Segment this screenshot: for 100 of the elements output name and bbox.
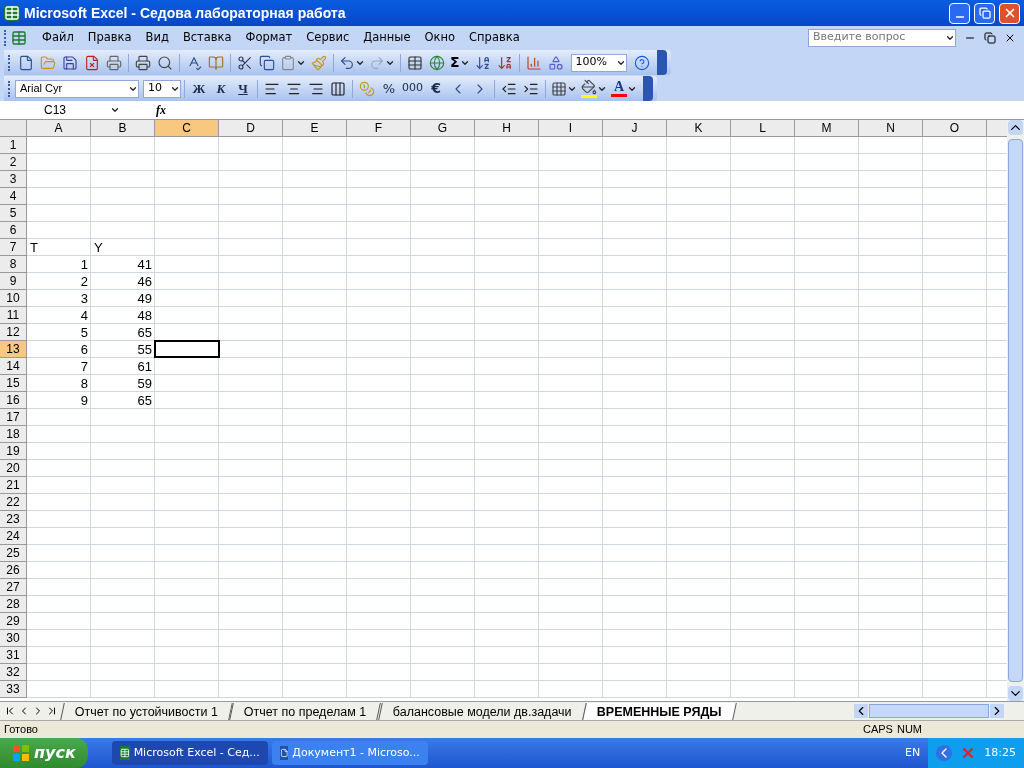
row-header[interactable]: 21 xyxy=(0,477,27,494)
cell-text: 41 xyxy=(137,255,152,274)
menu-item[interactable]: Файл xyxy=(35,28,81,47)
row-header[interactable]: 31 xyxy=(0,647,27,664)
row-header[interactable]: 22 xyxy=(0,494,27,511)
menu-item[interactable]: Сервис xyxy=(299,28,357,47)
menu-item[interactable]: Данные xyxy=(356,28,418,47)
row-header[interactable]: 15 xyxy=(0,375,27,392)
row-header[interactable]: 32 xyxy=(0,664,27,681)
font-size-field[interactable]: 10 xyxy=(143,79,181,98)
font-color-button[interactable]: A xyxy=(609,77,639,100)
row-header[interactable]: 26 xyxy=(0,562,27,579)
column-header[interactable]: F xyxy=(347,120,411,137)
first-sheet-icon[interactable] xyxy=(4,705,16,717)
sheet-tab[interactable]: Отчет по пределам 1 xyxy=(229,702,382,720)
column-header[interactable]: M xyxy=(795,120,859,137)
column-header[interactable]: H xyxy=(475,120,539,137)
column-header[interactable]: L xyxy=(731,120,795,137)
start-button[interactable]: пуск xyxy=(0,738,88,768)
row-header[interactable]: 25 xyxy=(0,545,27,562)
language-indicator[interactable]: EN xyxy=(905,744,921,762)
help-search-field[interactable]: Введите вопрос xyxy=(808,28,956,47)
row-header[interactable]: 7 xyxy=(0,239,27,256)
horizontal-scrollbar[interactable] xyxy=(854,703,1004,719)
name-box[interactable]: C13 xyxy=(0,101,120,119)
column-header[interactable]: O xyxy=(923,120,987,137)
taskbar-button[interactable]: Документ1 - Microso... xyxy=(271,741,428,765)
scroll-up-icon[interactable] xyxy=(1008,120,1023,135)
close-button[interactable] xyxy=(999,2,1020,24)
row-header[interactable]: 11 xyxy=(0,307,27,324)
menu-item[interactable]: Вид xyxy=(138,28,176,47)
thousands-button[interactable]: 000 xyxy=(400,77,425,100)
menu-item[interactable]: Справка xyxy=(462,28,527,47)
row-header[interactable]: 1 xyxy=(0,137,27,154)
row-header[interactable]: 20 xyxy=(0,460,27,477)
menu-item[interactable]: Вставка xyxy=(175,28,239,47)
column-header[interactable]: J xyxy=(603,120,667,137)
row-header[interactable]: 19 xyxy=(0,443,27,460)
row-header[interactable]: 14 xyxy=(0,358,27,375)
cell-grid[interactable]: T Y 1 41 2 46 3 49 4 48 5 65 6 55 7 61 8 59 9 65 xyxy=(27,137,1007,698)
column-header[interactable]: D xyxy=(219,120,283,137)
last-sheet-icon[interactable] xyxy=(46,705,58,717)
scroll-down-icon[interactable] xyxy=(1008,686,1023,701)
row-header[interactable]: 33 xyxy=(0,681,27,698)
menu-item[interactable]: Формат xyxy=(238,28,300,47)
row-header[interactable]: 6 xyxy=(0,222,27,239)
row-header[interactable]: 4 xyxy=(0,188,27,205)
column-header[interactable]: A xyxy=(27,120,91,137)
column-header[interactable]: B xyxy=(91,120,155,137)
autosum-button[interactable]: Σ xyxy=(448,51,472,74)
euro-button[interactable]: € xyxy=(425,77,447,100)
toolbar-options-button[interactable] xyxy=(656,50,667,75)
row-header[interactable]: 10 xyxy=(0,290,27,307)
menu-item[interactable]: Правка xyxy=(80,28,139,47)
zoom-field[interactable]: 100% xyxy=(570,53,627,72)
function-icon[interactable]: fx xyxy=(120,101,170,119)
chevron-left-icon[interactable] xyxy=(936,745,953,761)
row-header[interactable]: 12 xyxy=(0,324,27,341)
sheet-tab[interactable]: Отчет по устойчивости 1 xyxy=(60,702,233,720)
toolbar-options-button[interactable] xyxy=(643,76,653,101)
row-header[interactable]: 2 xyxy=(0,154,27,171)
sheet-tab[interactable]: балансовые модели дв.задачи xyxy=(377,702,587,720)
row-header[interactable]: 23 xyxy=(0,511,27,528)
menu-item[interactable]: Окно xyxy=(417,28,463,47)
font-field[interactable]: Arial Cyr xyxy=(15,79,139,98)
scroll-left-icon[interactable] xyxy=(854,704,868,718)
row-header[interactable]: 13 xyxy=(0,341,27,358)
row-header[interactable]: 28 xyxy=(0,596,27,613)
row-header[interactable]: 16 xyxy=(0,392,27,409)
minimize-button[interactable] xyxy=(949,2,970,24)
vertical-scrollbar[interactable] xyxy=(1007,120,1024,701)
caret-icon[interactable] xyxy=(110,105,120,115)
row-header[interactable]: 30 xyxy=(0,630,27,647)
row-header[interactable]: 9 xyxy=(0,273,27,290)
italic-button[interactable]: К xyxy=(210,77,232,100)
column-header[interactable]: N xyxy=(859,120,923,137)
row-header[interactable]: 24 xyxy=(0,528,27,545)
row-header[interactable]: 5 xyxy=(0,205,27,222)
row-header[interactable]: 8 xyxy=(0,256,27,273)
column-header[interactable]: E xyxy=(283,120,347,137)
restore-button[interactable] xyxy=(974,2,995,24)
scroll-right-icon[interactable] xyxy=(990,704,1004,718)
row-header[interactable]: 17 xyxy=(0,409,27,426)
row-header[interactable]: 27 xyxy=(0,579,27,596)
restore-icon[interactable] xyxy=(984,31,996,44)
column-header[interactable]: K xyxy=(667,120,731,137)
percent-button[interactable]: % xyxy=(378,77,400,100)
taskbar-button[interactable]: Microsoft Excel - Сед... xyxy=(111,741,268,765)
row-header[interactable]: 3 xyxy=(0,171,27,188)
sheet-tab[interactable]: ВРЕМЕННЫЕ РЯДЫ xyxy=(582,702,737,720)
active-cell[interactable] xyxy=(154,340,220,358)
row-header[interactable]: 18 xyxy=(0,426,27,443)
spellcheck-icon xyxy=(186,54,202,71)
column-header[interactable]: C xyxy=(155,120,219,137)
spreadsheet-icon[interactable] xyxy=(11,29,27,46)
underline-button[interactable]: Ч xyxy=(232,77,254,100)
row-header[interactable]: 29 xyxy=(0,613,27,630)
bold-button[interactable]: Ж xyxy=(188,77,210,100)
column-header[interactable]: I xyxy=(539,120,603,137)
column-header[interactable]: G xyxy=(411,120,475,137)
